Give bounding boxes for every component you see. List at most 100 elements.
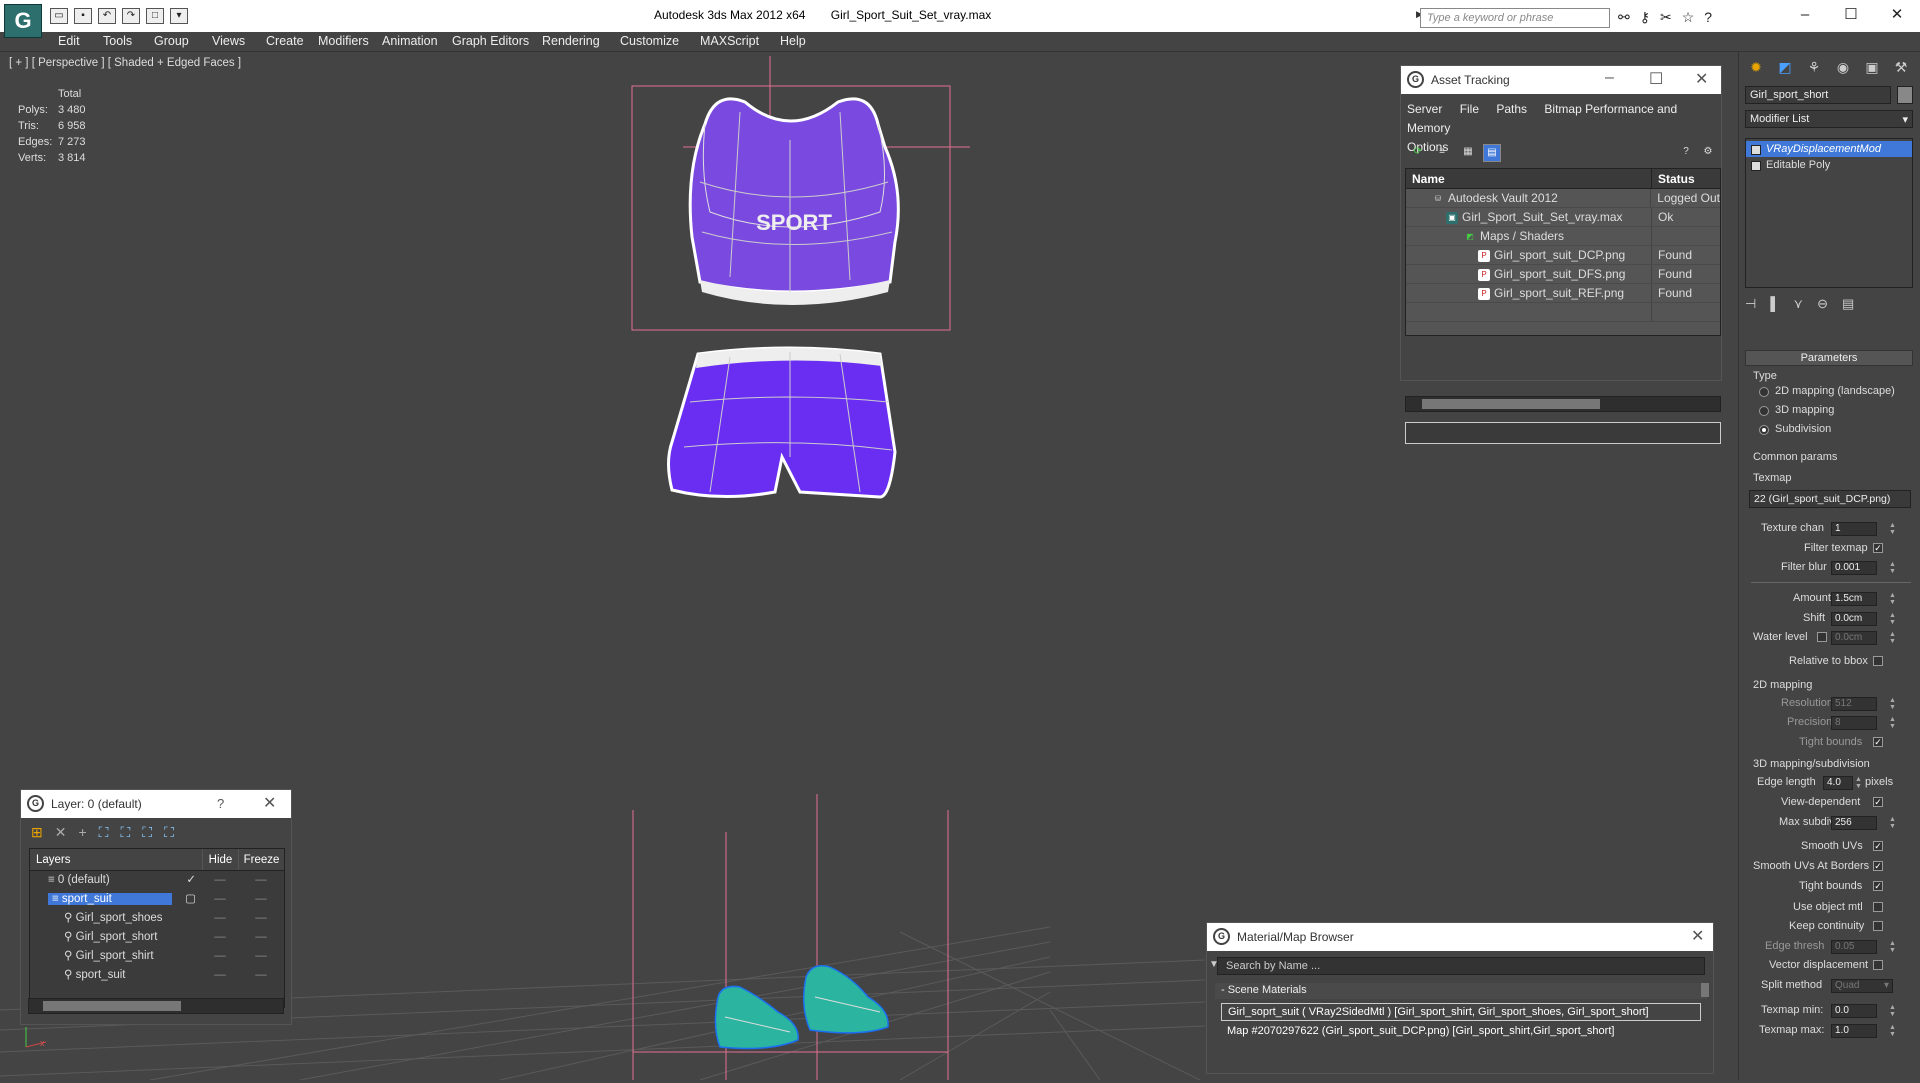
menu-help[interactable]: Help (780, 34, 806, 48)
shift-spinner[interactable]: 0.0cm (1831, 612, 1877, 626)
menu-edit[interactable]: Edit (58, 34, 80, 48)
short-mesh[interactable] (667, 346, 897, 499)
radio-subdivision[interactable] (1759, 425, 1769, 435)
highlight-layer-icon[interactable]: ⛶ (120, 824, 130, 841)
menu-create[interactable]: Create (266, 34, 304, 48)
radio-3d-mapping[interactable] (1759, 406, 1769, 416)
pin-stack-icon[interactable]: ⊣ (1745, 296, 1756, 312)
maximize-icon[interactable]: ☐ (1649, 69, 1663, 89)
table-row[interactable]: P Girl_sport_suit_DFS.png Found (1406, 265, 1720, 284)
viewport-label[interactable]: [ + ] [ Perspective ] [ Shaded + Edged F… (9, 57, 241, 69)
texmap-button[interactable]: 22 (Girl_sport_suit_DCP.png) (1749, 490, 1911, 508)
table-row[interactable]: P Girl_sport_suit_DCP.png Found (1406, 246, 1720, 265)
set-current-layer-icon[interactable]: ▢ (185, 890, 202, 909)
freeze-toggle[interactable]: — (238, 909, 284, 928)
menu-server[interactable]: Server (1407, 102, 1442, 116)
freeze-all-icon[interactable]: ⛶ (164, 824, 174, 841)
app-logo-icon[interactable]: G (4, 4, 42, 38)
refresh-icon[interactable]: ⟳ (1409, 144, 1427, 162)
spinner-arrows-icon[interactable]: ▲ ▼ (1889, 716, 1897, 730)
motion-tab-icon[interactable]: ◉ (1832, 56, 1854, 78)
tight-bounds-checkbox[interactable]: ✓ (1873, 737, 1883, 747)
dropdown-icon[interactable]: ▾ (170, 8, 188, 24)
freeze-toggle[interactable]: — (238, 947, 284, 966)
layer-row[interactable]: ⚲ Girl_sport_short — — (30, 928, 284, 947)
thumbnail-view-icon[interactable]: ▦ (1459, 144, 1477, 162)
col-status-header[interactable]: Status (1652, 169, 1695, 188)
hide-all-icon[interactable]: ⛶ (142, 824, 152, 841)
texmap-min-spinner[interactable]: 0.0 (1831, 1004, 1877, 1018)
remove-modifier-icon[interactable]: ⊖ (1817, 296, 1828, 312)
menu-paths[interactable]: Paths (1496, 102, 1527, 116)
object-name-field[interactable]: Girl_sport_short (1745, 86, 1891, 104)
menu-views[interactable]: Views (212, 34, 245, 48)
spinner-arrows-icon[interactable]: ▲ ▼ (1889, 592, 1897, 606)
spinner-arrows-icon[interactable]: ▲ ▼ (1889, 940, 1897, 954)
precision-spinner[interactable]: 8 (1831, 716, 1877, 730)
material-item[interactable]: Girl_soprt_suit ( VRay2SidedMtl ) [Girl_… (1221, 1003, 1701, 1021)
col-freeze-header[interactable]: Freeze (238, 849, 284, 870)
menu-maxscript[interactable]: MAXScript (700, 34, 759, 48)
layer-row[interactable]: ⚲ Girl_sport_shirt — — (30, 947, 284, 966)
settings-icon[interactable]: ⚙ (1699, 144, 1717, 162)
close-icon[interactable]: ✕ (1695, 69, 1708, 89)
shoes-mesh[interactable] (714, 965, 889, 1050)
hide-toggle[interactable]: — (202, 890, 238, 909)
maximize-button[interactable]: ☐ (1828, 0, 1874, 32)
hide-toggle[interactable]: — (202, 909, 238, 928)
water-level-checkbox[interactable] (1817, 632, 1827, 642)
object-color-swatch[interactable] (1897, 86, 1913, 104)
texmap-max-spinner[interactable]: 1.0 (1831, 1024, 1877, 1038)
close-button[interactable]: ✕ (1874, 0, 1920, 32)
hide-toggle[interactable]: — (202, 871, 238, 890)
key-icon[interactable]: ⚷ (1640, 9, 1650, 26)
help-icon[interactable]: ? (1704, 9, 1712, 26)
freeze-toggle[interactable]: — (238, 890, 284, 909)
use-object-mtl-checkbox[interactable] (1873, 902, 1883, 912)
modifier-list-dropdown[interactable]: Modifier List ▾ (1745, 110, 1913, 128)
minimize-icon[interactable]: – (1605, 69, 1614, 87)
material-browser-titlebar[interactable]: G Material/Map Browser ✕ (1207, 923, 1713, 951)
project-icon[interactable]: □ (146, 8, 164, 24)
layer-horizontal-scrollbar[interactable] (28, 998, 284, 1014)
vertical-scrollbar[interactable] (1701, 983, 1709, 997)
freeze-toggle[interactable]: — (238, 871, 284, 890)
menu-tools[interactable]: Tools (103, 34, 132, 48)
table-view-icon[interactable]: ▤ (1483, 144, 1501, 162)
view-dependent-checkbox[interactable]: ✓ (1873, 797, 1883, 807)
scrollbar-thumb[interactable] (43, 1001, 181, 1011)
filter-texmap-checkbox[interactable]: ✓ (1873, 543, 1883, 553)
delete-layer-icon[interactable]: ✕ (55, 824, 67, 841)
material-search-input[interactable]: Search by Name ... (1217, 957, 1705, 975)
relative-bbox-checkbox[interactable] (1873, 656, 1883, 666)
vector-displacement-checkbox[interactable] (1873, 960, 1883, 970)
spinner-arrows-icon[interactable]: ▲ ▼ (1889, 1024, 1897, 1038)
amount-spinner[interactable]: 1.5cm (1831, 592, 1877, 606)
smooth-uvs-borders-checkbox[interactable]: ✓ (1873, 861, 1883, 871)
open-icon[interactable]: ▭ (50, 8, 68, 24)
search-input[interactable]: Type a keyword or phrase (1420, 8, 1610, 28)
subscription-icon[interactable]: ✂ (1660, 9, 1672, 26)
star-icon[interactable]: ☆ (1682, 9, 1695, 26)
layer-row[interactable]: ⚲ sport_suit — — (30, 966, 284, 985)
active-layer-check-icon[interactable]: ✓ (186, 871, 202, 890)
configure-sets-icon[interactable]: ▤ (1842, 296, 1854, 312)
filter-blur-spinner[interactable]: 0.001 (1831, 561, 1877, 575)
col-layers-header[interactable]: Layers (30, 849, 202, 870)
scene-materials-section[interactable]: - Scene Materials (1215, 983, 1707, 999)
radio-2d-mapping[interactable] (1759, 387, 1769, 397)
show-end-result-icon[interactable]: ▌ (1770, 296, 1779, 312)
menu-bitmap-performance[interactable]: Bitmap Performance and Memory (1407, 102, 1677, 135)
add-selection-icon[interactable]: + (78, 824, 86, 841)
close-icon[interactable]: ✕ (263, 793, 276, 813)
close-icon[interactable]: ✕ (1691, 926, 1704, 946)
menu-modifiers[interactable]: Modifiers (318, 34, 369, 48)
smooth-uvs-checkbox[interactable]: ✓ (1873, 841, 1883, 851)
utilities-tab-icon[interactable]: ⚒ (1890, 56, 1912, 78)
texture-chan-spinner[interactable]: 1 (1831, 522, 1877, 536)
resolution-spinner[interactable]: 512 (1831, 697, 1877, 711)
asset-tracking-titlebar[interactable]: G Asset Tracking – ☐ ✕ (1401, 66, 1721, 94)
hide-toggle[interactable]: — (202, 966, 238, 985)
layer-manager-titlebar[interactable]: G Layer: 0 (default) ? ✕ (21, 790, 291, 818)
col-hide-header[interactable]: Hide (202, 849, 238, 870)
